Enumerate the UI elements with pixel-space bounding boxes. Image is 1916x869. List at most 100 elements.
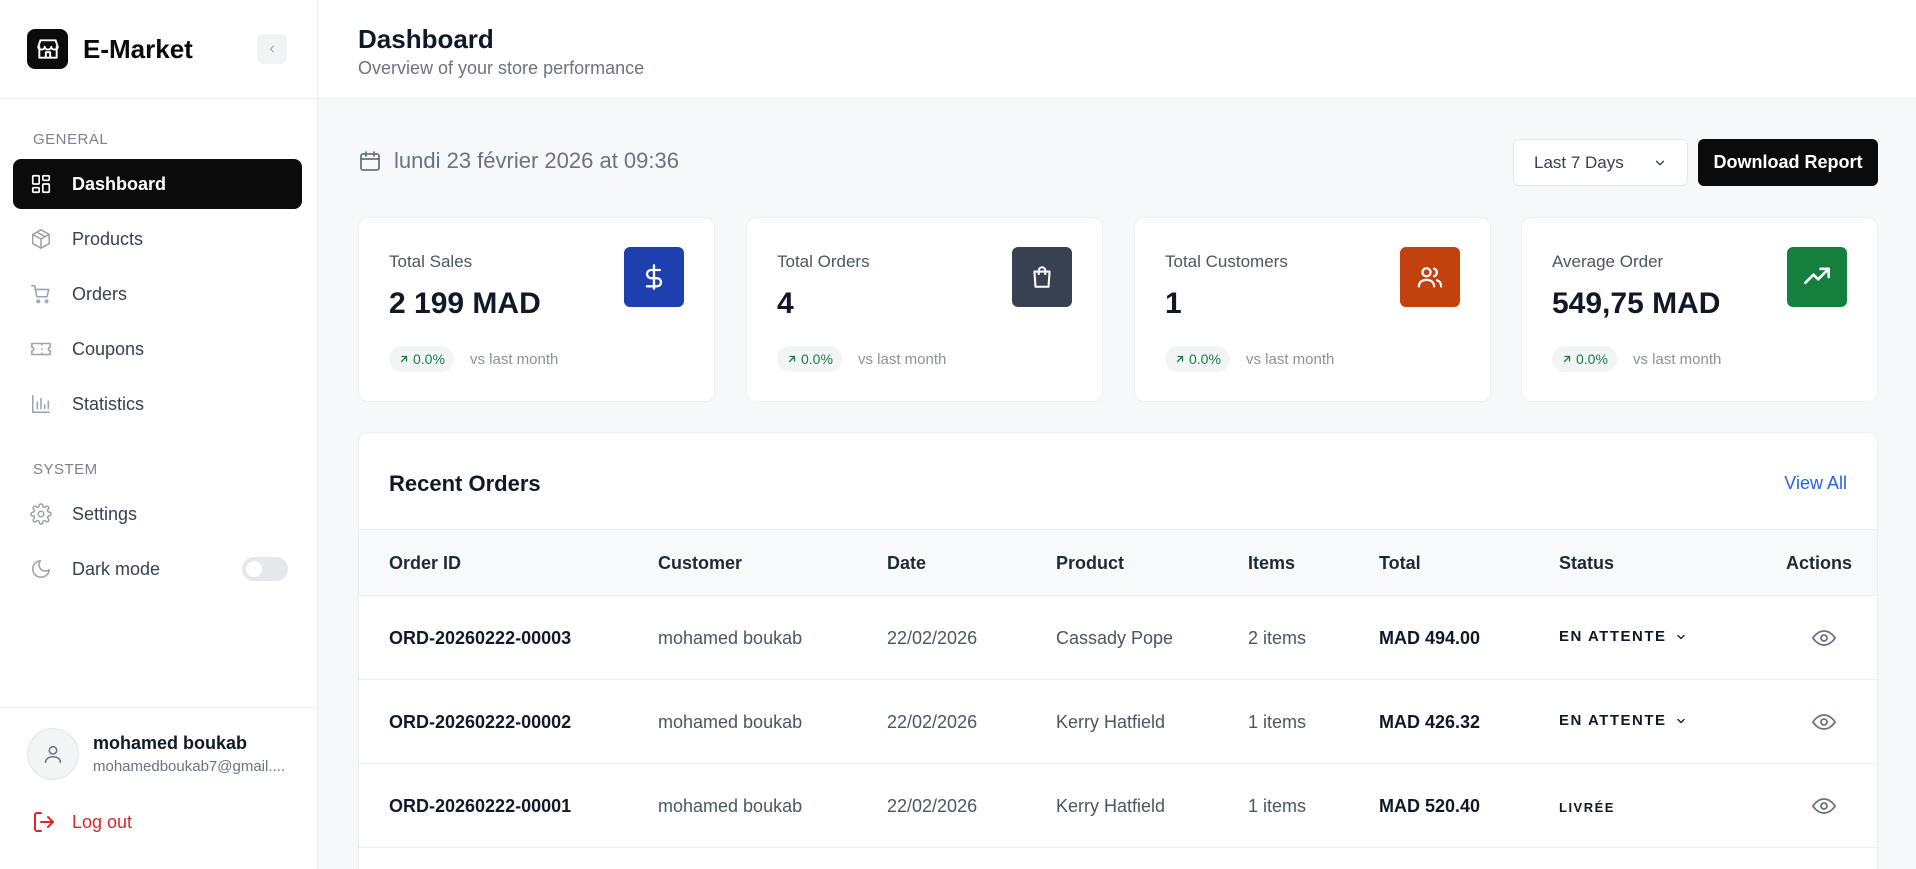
- user-profile[interactable]: mohamed boukab mohamedboukab7@gmail....: [27, 728, 285, 780]
- sidebar-item-settings[interactable]: Settings: [13, 489, 302, 539]
- trend-value: 0.0%: [801, 351, 833, 367]
- moon-icon: [29, 557, 53, 581]
- column-header-order-id: Order ID: [389, 553, 462, 573]
- order-items: 1 items: [1248, 712, 1307, 732]
- sidebar-item-statistics[interactable]: Statistics: [13, 379, 302, 429]
- chevron-down-icon: [1676, 634, 1685, 639]
- column-header-date: Date: [887, 553, 927, 573]
- order-status: EN ATTENTE: [1559, 712, 1667, 729]
- toggle-knob: [246, 561, 262, 577]
- stat-card-average-order: Average Order 549,75 MAD 0.0% vs last mo…: [1521, 217, 1878, 402]
- view-all-link[interactable]: View All: [1784, 473, 1847, 494]
- table-header: Order ID Customer Date Product Items Tot…: [359, 529, 1877, 596]
- trend-value: 0.0%: [1189, 351, 1221, 367]
- sidebar-divider: [0, 707, 318, 708]
- sidebar-item-dashboard[interactable]: Dashboard: [13, 159, 302, 209]
- order-status: LIVRÉE: [1559, 800, 1615, 815]
- section-label-general: GENERAL: [33, 131, 109, 148]
- order-status-dropdown[interactable]: EN ATTENTE: [1559, 628, 1687, 645]
- section-label-system: SYSTEM: [33, 461, 98, 478]
- sidebar-item-label: Statistics: [72, 393, 145, 414]
- column-header-status: Status: [1559, 553, 1615, 573]
- ticket-icon: [29, 337, 53, 361]
- table-row: ORD-20260222-00001 mohamed boukab 22/02/…: [359, 764, 1877, 848]
- stat-value: 2 199 MAD: [389, 287, 541, 320]
- column-header-customer: Customer: [658, 553, 743, 573]
- sidebar-item-label: Products: [72, 228, 144, 249]
- eye-icon: [1811, 798, 1837, 814]
- brand[interactable]: E-Market: [27, 29, 193, 69]
- sidebar-item-coupons[interactable]: Coupons: [13, 324, 302, 374]
- order-product: Cassady Pope: [1056, 628, 1174, 648]
- view-order-button[interactable]: [1811, 626, 1837, 655]
- eye-icon: [1811, 630, 1837, 646]
- column-header-total: Total: [1379, 553, 1421, 573]
- dark-mode-toggle[interactable]: [242, 557, 288, 581]
- order-items: 2 items: [1248, 628, 1307, 648]
- recent-orders-title: Recent Orders: [389, 471, 541, 496]
- sidebar-item-orders[interactable]: Orders: [13, 269, 302, 319]
- dollar-icon: [624, 247, 684, 307]
- date-range-value: Last 7 Days: [1534, 152, 1624, 172]
- download-report-button[interactable]: Download Report: [1698, 139, 1878, 186]
- user-name: mohamed boukab: [93, 733, 248, 753]
- trend-badge: 0.0%: [389, 346, 454, 372]
- user-icon: [44, 745, 62, 764]
- view-order-button[interactable]: [1811, 710, 1837, 739]
- arrow-up-right-icon: [788, 355, 796, 363]
- stat-card-total-orders: Total Orders 4 0.0% vs last month: [746, 217, 1103, 402]
- stat-card-total-customers: Total Customers 1 0.0% vs last month: [1134, 217, 1491, 402]
- order-customer: mohamed boukab: [658, 796, 803, 816]
- order-customer: mohamed boukab: [658, 712, 803, 732]
- order-total: MAD 494.00: [1379, 628, 1481, 648]
- sidebar-divider: [0, 98, 318, 99]
- users-icon: [1400, 247, 1460, 307]
- sidebar-item-products[interactable]: Products: [13, 214, 302, 264]
- stat-title: Average Order: [1552, 252, 1664, 271]
- date-range-select[interactable]: Last 7 Days: [1513, 139, 1688, 186]
- store-icon: [27, 29, 68, 69]
- trend-note: vs last month: [1633, 351, 1722, 368]
- sidebar-item-label: Orders: [72, 283, 128, 304]
- view-order-button[interactable]: [1811, 794, 1837, 823]
- stat-value: 549,75 MAD: [1552, 287, 1721, 320]
- order-status: EN ATTENTE: [1559, 628, 1667, 645]
- avatar: [27, 728, 79, 780]
- current-date: lundi 23 février 2026 at 09:36: [394, 148, 679, 173]
- eye-icon: [1811, 714, 1837, 730]
- gear-icon: [29, 502, 53, 526]
- order-date: 22/02/2026: [887, 628, 978, 648]
- order-total: MAD 426.32: [1379, 712, 1481, 732]
- stat-title: Total Sales: [389, 252, 473, 271]
- order-total: MAD 520.40: [1379, 796, 1481, 816]
- sidebar-item-label: Dark mode: [72, 558, 161, 579]
- order-status-dropdown[interactable]: EN ATTENTE: [1559, 712, 1687, 729]
- arrow-up-right-icon: [400, 355, 408, 363]
- stat-title: Total Customers: [1165, 252, 1288, 271]
- arrow-up-right-icon: [1176, 355, 1184, 363]
- stat-title: Total Orders: [777, 252, 870, 271]
- shopping-bag-icon: [1012, 247, 1072, 307]
- logout-button[interactable]: Log out: [32, 810, 132, 834]
- sidebar-item-label: Settings: [72, 503, 138, 524]
- trend-badge: 0.0%: [777, 346, 842, 372]
- order-id: ORD-20260222-00001: [389, 796, 572, 816]
- table-row: ORD-20260222-00002 mohamed boukab 22/02/…: [359, 680, 1877, 764]
- column-header-actions: Actions: [1786, 553, 1853, 573]
- calendar-icon: [360, 151, 380, 171]
- column-header-items: Items: [1248, 553, 1296, 573]
- order-customer: mohamed boukab: [658, 628, 803, 648]
- table-row: ORD-20260222-00003 mohamed boukab 22/02/…: [359, 596, 1877, 680]
- column-header-product: Product: [1056, 553, 1125, 573]
- logout-icon: [34, 812, 54, 832]
- user-email: mohamedboukab7@gmail....: [93, 758, 285, 775]
- order-product: Kerry Hatfield: [1056, 796, 1166, 816]
- brand-name: E-Market: [83, 33, 193, 64]
- order-date: 22/02/2026: [887, 712, 978, 732]
- cart-icon: [29, 282, 53, 306]
- trend-note: vs last month: [1246, 351, 1335, 368]
- order-date: 22/02/2026: [887, 796, 978, 816]
- box-icon: [29, 227, 53, 251]
- stat-value: 1: [1165, 287, 1182, 320]
- collapse-sidebar-button[interactable]: [257, 34, 287, 64]
